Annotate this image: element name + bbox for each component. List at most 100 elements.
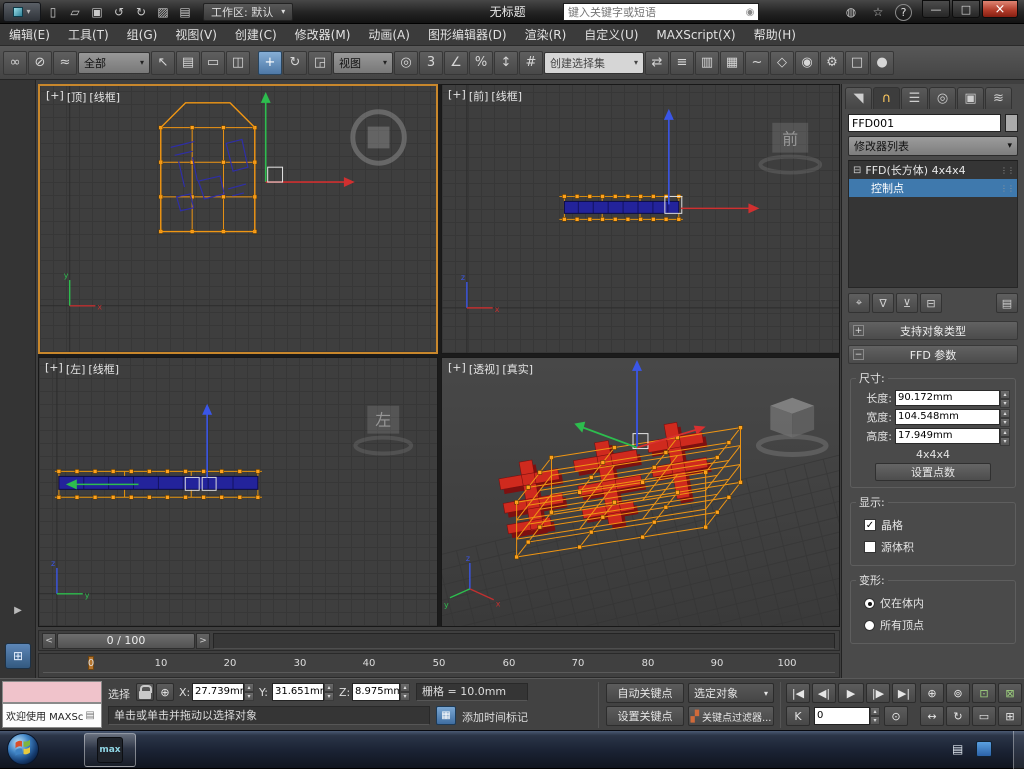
bind-to-space-warp-icon[interactable]: ≈ <box>53 50 77 75</box>
viewport-menu-button[interactable]: [+] <box>448 361 466 377</box>
viewport-perspective[interactable]: [+] [透视] [真实] z x y <box>441 357 840 627</box>
menu-graph-editors[interactable]: 图形编辑器(D) <box>419 24 516 46</box>
viewport-menu-button[interactable]: [+] <box>46 89 64 105</box>
search-input[interactable] <box>564 5 742 19</box>
open-file-icon[interactable]: ▱ <box>65 2 85 22</box>
stack-item-ffd[interactable]: ⊟ FFD(长方体) 4x4x4 ⋮⋮ <box>849 161 1017 179</box>
layer-manager-icon[interactable]: ▥ <box>695 50 719 75</box>
object-color-swatch[interactable] <box>1005 114 1018 132</box>
viewport-pov-label[interactable]: [左] <box>66 361 86 377</box>
workspace-dropdown[interactable]: 工作区: 默认 ▾ <box>203 2 294 21</box>
x-coordinate-field[interactable]: 27.739mm <box>192 683 254 701</box>
unlink-selection-icon[interactable]: ⊘ <box>28 50 52 75</box>
favorites-icon[interactable]: ☆ <box>868 2 888 22</box>
render-production-icon[interactable]: ● <box>870 50 894 75</box>
help-icon[interactable]: ? <box>895 3 912 21</box>
spinner-snap-icon[interactable]: ↕ <box>494 50 518 75</box>
zoom-all-icon[interactable]: ⊚ <box>946 683 970 703</box>
next-frame-button[interactable]: |▶ <box>866 683 890 703</box>
selection-filter-dropdown[interactable]: 全部 ▾ <box>78 51 150 74</box>
viewport-left[interactable]: [+] [左] [线框] 左 z y <box>38 357 438 627</box>
viewport-shading-label[interactable]: [真实] <box>502 361 533 377</box>
stack-item-control-points[interactable]: 控制点 ⋮⋮ <box>849 179 1017 197</box>
selection-lock-toggle[interactable] <box>136 683 154 701</box>
pan-icon[interactable]: ↔ <box>920 706 944 726</box>
select-and-move-icon[interactable]: + <box>258 50 282 75</box>
next-frame-arrow[interactable]: > <box>196 632 210 649</box>
pin-stack-icon[interactable]: ⌖ <box>848 293 870 313</box>
red-text-mesh[interactable] <box>494 417 719 548</box>
configure-modifier-sets-icon[interactable]: ▤ <box>996 293 1018 313</box>
select-by-name-icon[interactable]: ▤ <box>176 50 200 75</box>
menu-edit[interactable]: 编辑(E) <box>0 24 59 46</box>
undo-icon[interactable]: ↺ <box>109 2 129 22</box>
percent-snap-icon[interactable]: % <box>469 50 493 75</box>
render-setup-icon[interactable]: ⚙ <box>820 50 844 75</box>
rollout-ffd-parameters[interactable]: − FFD 参数 <box>848 345 1018 364</box>
selection-set-dropdown[interactable]: 选定对象 ▾ <box>688 683 774 703</box>
maxscript-mini-listener[interactable]: 欢迎使用 MAXSc ▤ <box>2 703 102 728</box>
keyboard-override-icon[interactable]: # <box>519 50 543 75</box>
zoom-extents-icon[interactable]: ⊡ <box>972 683 996 703</box>
object-name-field[interactable] <box>848 114 1001 132</box>
z-coordinate-field[interactable]: 8.975mm <box>352 683 410 701</box>
taskbar-3dsmax-button[interactable]: max <box>84 733 136 767</box>
project-folder-icon[interactable]: ▨ <box>153 2 173 22</box>
time-configuration-button[interactable]: ⊙ <box>884 706 908 726</box>
track-bar[interactable]: 0 10 20 30 40 50 60 70 80 90 100 <box>38 653 840 678</box>
viewport-top-canvas[interactable]: y x <box>40 86 436 353</box>
time-slider[interactable]: < 0 / 100 > <box>38 630 840 651</box>
maximize-button[interactable]: □ <box>952 0 980 18</box>
expand-icon[interactable]: ⊟ <box>853 165 861 176</box>
select-and-rotate-icon[interactable]: ↻ <box>283 50 307 75</box>
modifier-list-dropdown[interactable]: 修改器列表 ▾ <box>848 136 1018 156</box>
menu-tools[interactable]: 工具(T) <box>59 24 118 46</box>
leftstrip-expand-arrow[interactable]: ▶ <box>8 600 28 620</box>
menu-maxscript[interactable]: MAXScript(X) <box>647 24 744 46</box>
show-desktop-button[interactable] <box>1013 731 1024 769</box>
viewport-left-canvas[interactable]: 左 z y <box>39 358 437 627</box>
source-volume-checkbox[interactable]: 源体积 <box>864 539 1008 555</box>
viewport-menu-button[interactable]: [+] <box>448 88 466 104</box>
set-points-button[interactable]: 设置点数 <box>875 463 991 481</box>
previous-frame-button[interactable]: ◀| <box>812 683 836 703</box>
lattice-checkbox[interactable]: ✓ 晶格 <box>864 517 1008 533</box>
maximize-viewport-toggle[interactable]: ⊞ <box>998 706 1022 726</box>
height-spinner[interactable]: 17.949mm <box>895 428 1010 446</box>
menu-create[interactable]: 创建(C) <box>226 24 286 46</box>
search-icon[interactable]: ◉ <box>742 7 758 18</box>
application-menu-button[interactable]: ▾ <box>3 1 41 22</box>
rollout-object-type[interactable]: + 支持对象类型 <box>848 321 1018 340</box>
goto-end-button[interactable]: ▶| <box>892 683 916 703</box>
all-vertices-radio[interactable]: 所有顶点 <box>864 617 1008 633</box>
only-in-volume-radio[interactable]: 仅在体内 <box>864 595 1008 611</box>
key-filters-button[interactable]: ▞ 关键点过滤器... <box>688 706 774 726</box>
menu-views[interactable]: 视图(V) <box>166 24 226 46</box>
current-frame-field[interactable]: 0 <box>814 707 880 725</box>
new-scene-icon[interactable]: ▯ <box>43 2 63 22</box>
tab-modify-icon[interactable]: ∩ <box>873 87 900 109</box>
select-and-scale-icon[interactable]: ◲ <box>308 50 332 75</box>
viewport-layout-tabs-button[interactable]: ⊞ <box>5 643 31 669</box>
menu-help[interactable]: 帮助(H) <box>745 24 805 46</box>
add-time-tag[interactable]: 添加时间标记 <box>462 709 528 725</box>
play-button[interactable]: ▶ <box>838 683 864 703</box>
tray-language-icon[interactable]: ▤ <box>952 742 963 756</box>
viewport-shading-label[interactable]: [线框] <box>491 88 522 104</box>
width-spinner[interactable]: 104.548mm <box>895 409 1010 427</box>
viewport-front-canvas[interactable]: 前 z x <box>442 85 839 354</box>
absolute-mode-toggle[interactable]: ⊕ <box>156 683 174 701</box>
key-mode-toggle[interactable]: K <box>786 706 810 726</box>
curve-editor-icon[interactable]: ~ <box>745 50 769 75</box>
viewport-shading-label[interactable]: [线框] <box>88 361 119 377</box>
length-spinner[interactable]: 90.172mm <box>895 390 1010 408</box>
start-button[interactable] <box>6 732 40 766</box>
window-crossing-icon[interactable]: ◫ <box>226 50 250 75</box>
communication-center-button[interactable]: ▦ <box>436 706 456 725</box>
minimize-button[interactable]: — <box>922 0 950 18</box>
snap-toggle-icon[interactable]: 3 <box>419 50 443 75</box>
tab-motion-icon[interactable]: ◎ <box>929 87 956 109</box>
use-pivot-center-icon[interactable]: ◎ <box>394 50 418 75</box>
viewport-top[interactable]: [+] [顶] [线框] y x <box>38 84 438 354</box>
viewport-pov-label[interactable]: [顶] <box>67 89 87 105</box>
